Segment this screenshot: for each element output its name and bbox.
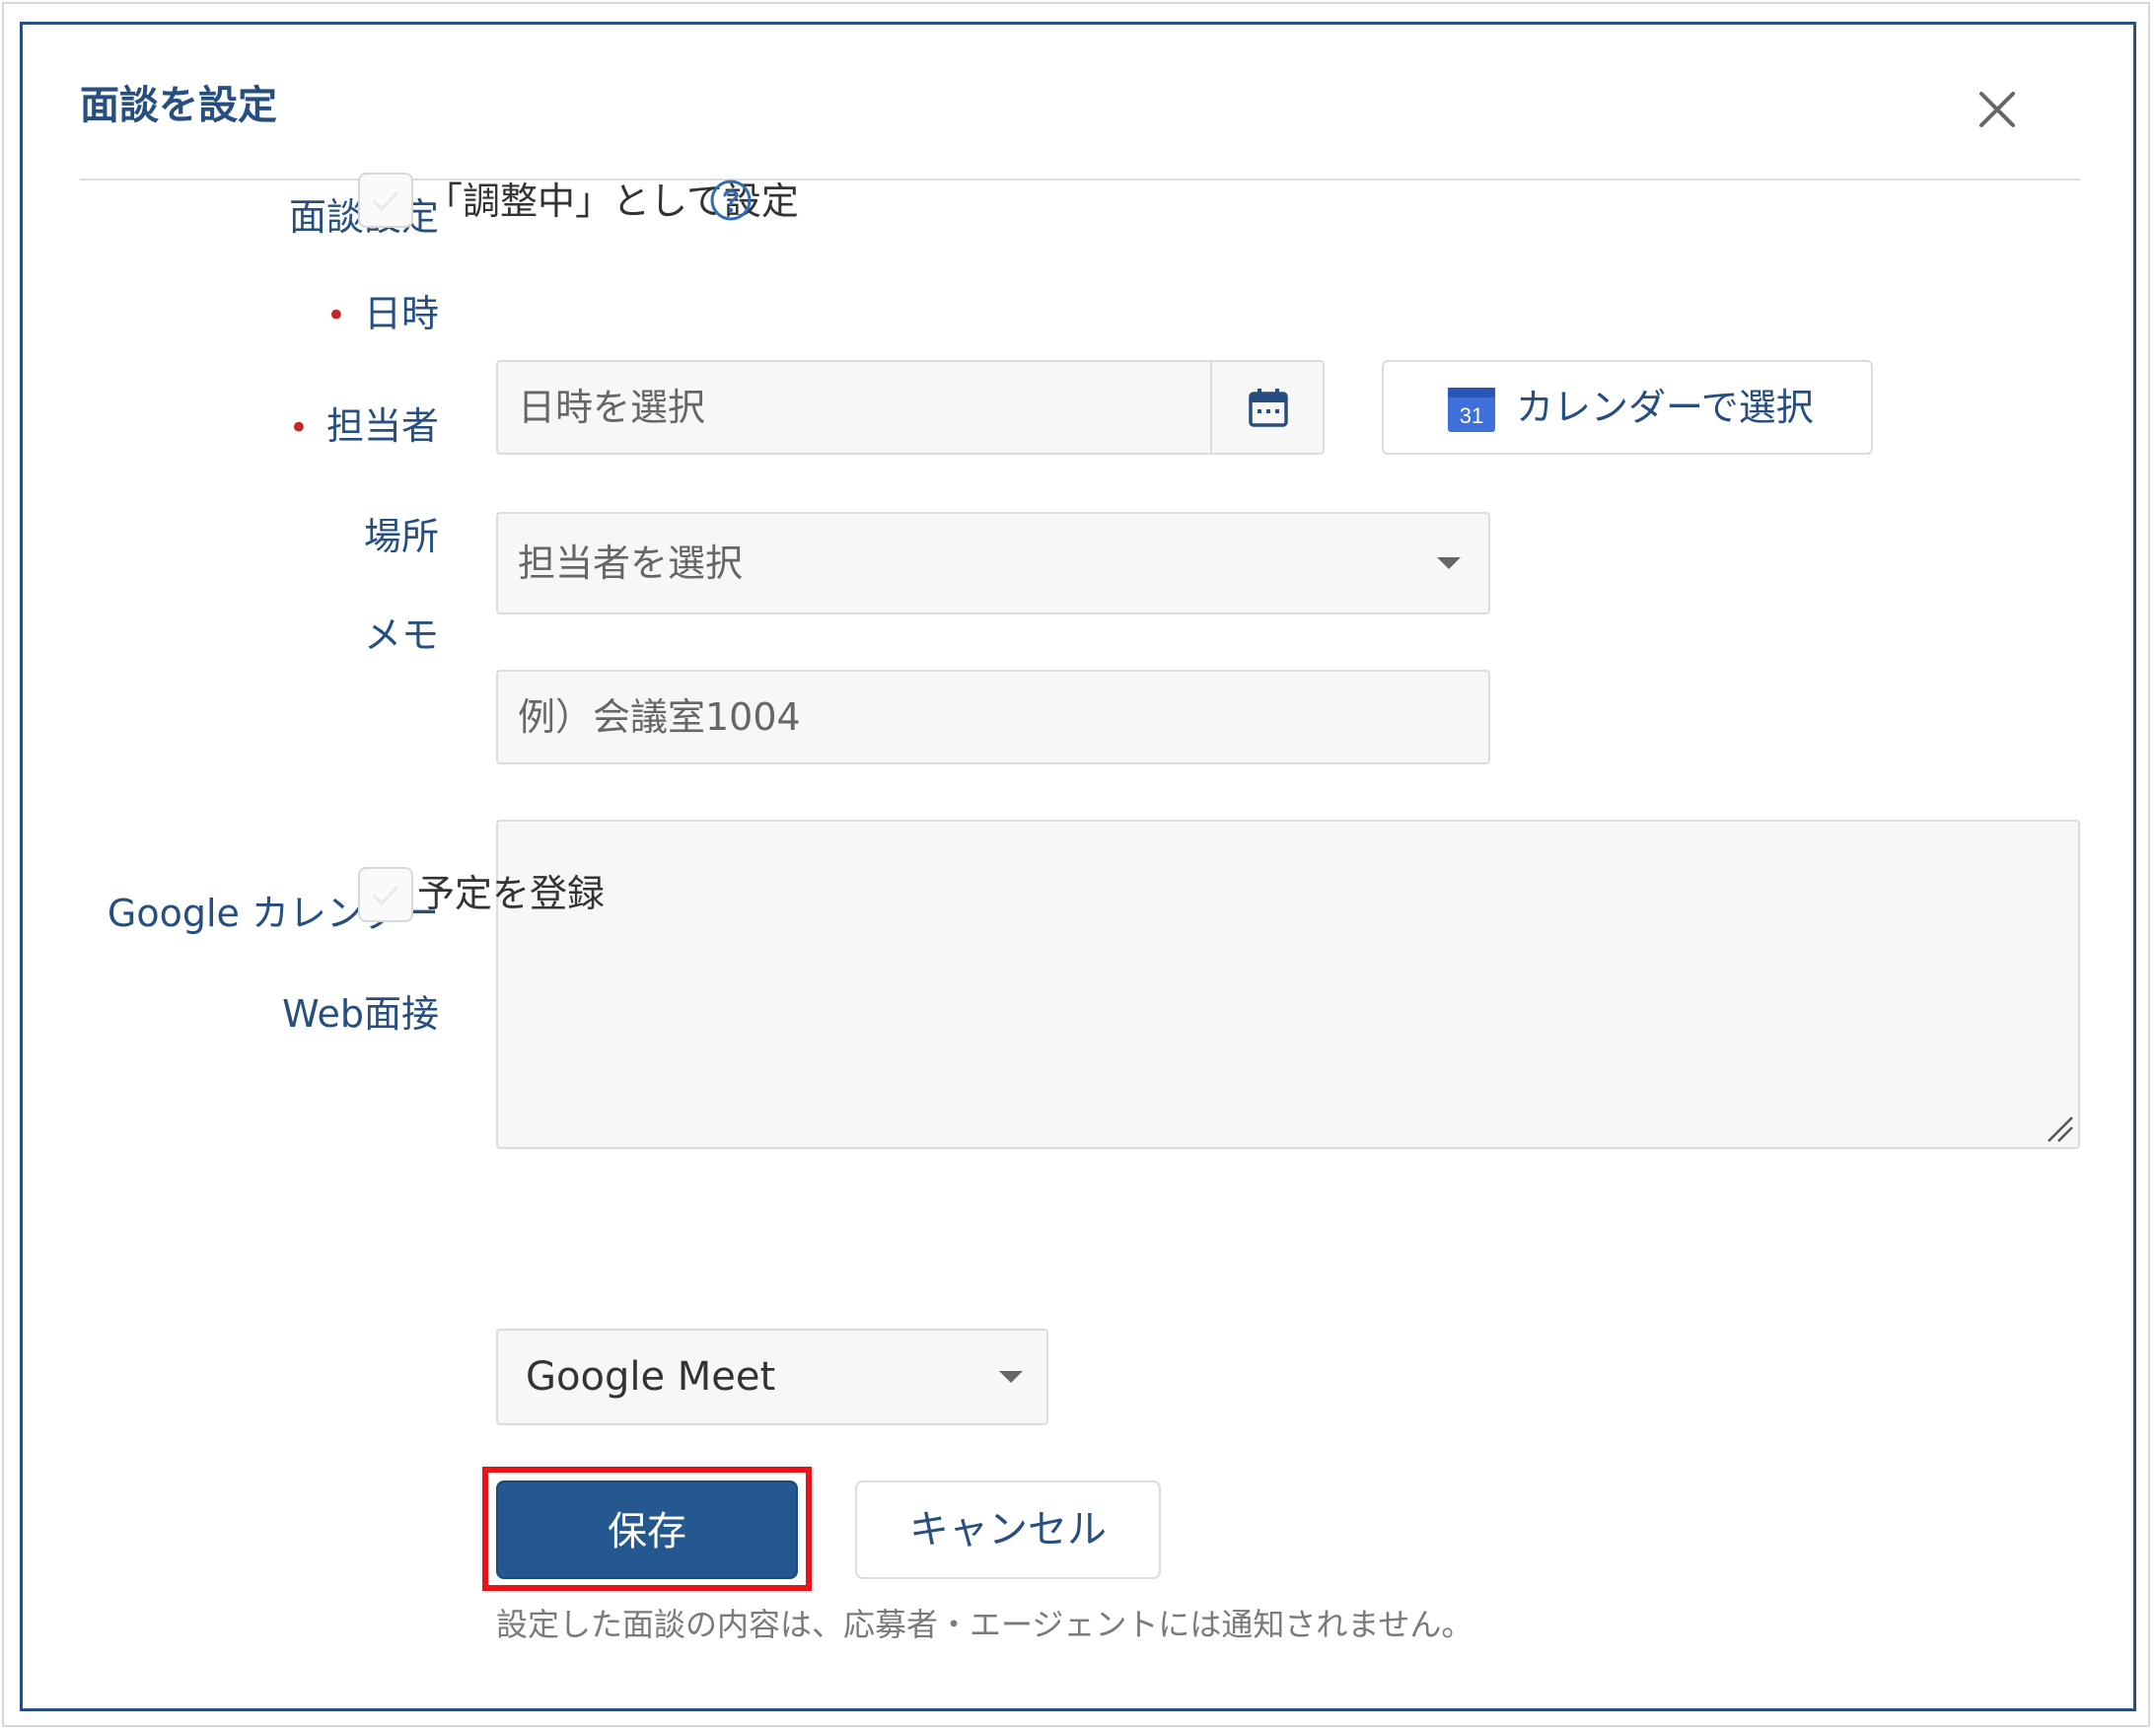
- location-input[interactable]: 例）会議室1004: [496, 670, 1490, 764]
- datetime-input[interactable]: 日時を選択: [496, 360, 1325, 455]
- select-from-calendar-button[interactable]: 31 カレンダーで選択: [1382, 360, 1873, 455]
- assignee-label-text: 担当者: [325, 404, 439, 448]
- calendar-icon[interactable]: [1210, 362, 1323, 453]
- assignee-label: • 担当者: [23, 401, 439, 453]
- google-calendar-icon: 31: [1448, 388, 1495, 432]
- required-mark: •: [325, 296, 346, 335]
- resize-handle-icon[interactable]: [2043, 1112, 2074, 1143]
- required-mark: •: [288, 408, 309, 448]
- location-placeholder: 例）会議室1004: [518, 695, 801, 739]
- chevron-down-icon: [1435, 514, 1465, 613]
- chevron-down-icon: [997, 1331, 1027, 1423]
- modal-title: 面談を設定: [80, 83, 277, 128]
- datetime-placeholder: 日時を選択: [518, 386, 706, 429]
- cancel-button[interactable]: キャンセル: [855, 1480, 1161, 1579]
- register-schedule-text: 予定を登録: [417, 872, 606, 915]
- assignee-select[interactable]: 担当者を選択: [496, 512, 1490, 614]
- assignee-placeholder: 担当者を選択: [518, 541, 744, 585]
- question-circle-icon[interactable]: [709, 179, 753, 222]
- memo-label: メモ: [363, 613, 439, 657]
- web-interview-select[interactable]: Google Meet: [496, 1329, 1048, 1425]
- datetime-label-text: 日時: [363, 292, 439, 335]
- memo-textarea[interactable]: [496, 820, 2080, 1149]
- save-button[interactable]: 保存: [496, 1480, 798, 1579]
- datetime-label: • 日時: [23, 289, 439, 340]
- web-interview-selected: Google Meet: [526, 1354, 776, 1400]
- tentative-checkbox[interactable]: [358, 173, 413, 228]
- select-from-calendar-label: カレンダーで選択: [1516, 386, 1814, 429]
- web-interview-label: Web面接: [282, 992, 439, 1036]
- interview-modal: 面談を設定 面談設定 「調整中」として設定 •日時 日時を選択: [20, 22, 2136, 1711]
- register-schedule-checkbox[interactable]: [358, 867, 413, 922]
- notice-text: 設定した面談の内容は、応募者・エージェントには通知されません。: [496, 1606, 1473, 1643]
- close-icon[interactable]: [1972, 84, 2023, 135]
- google-calendar-icon-text: 31: [1460, 403, 1483, 428]
- location-label: 場所: [363, 515, 439, 558]
